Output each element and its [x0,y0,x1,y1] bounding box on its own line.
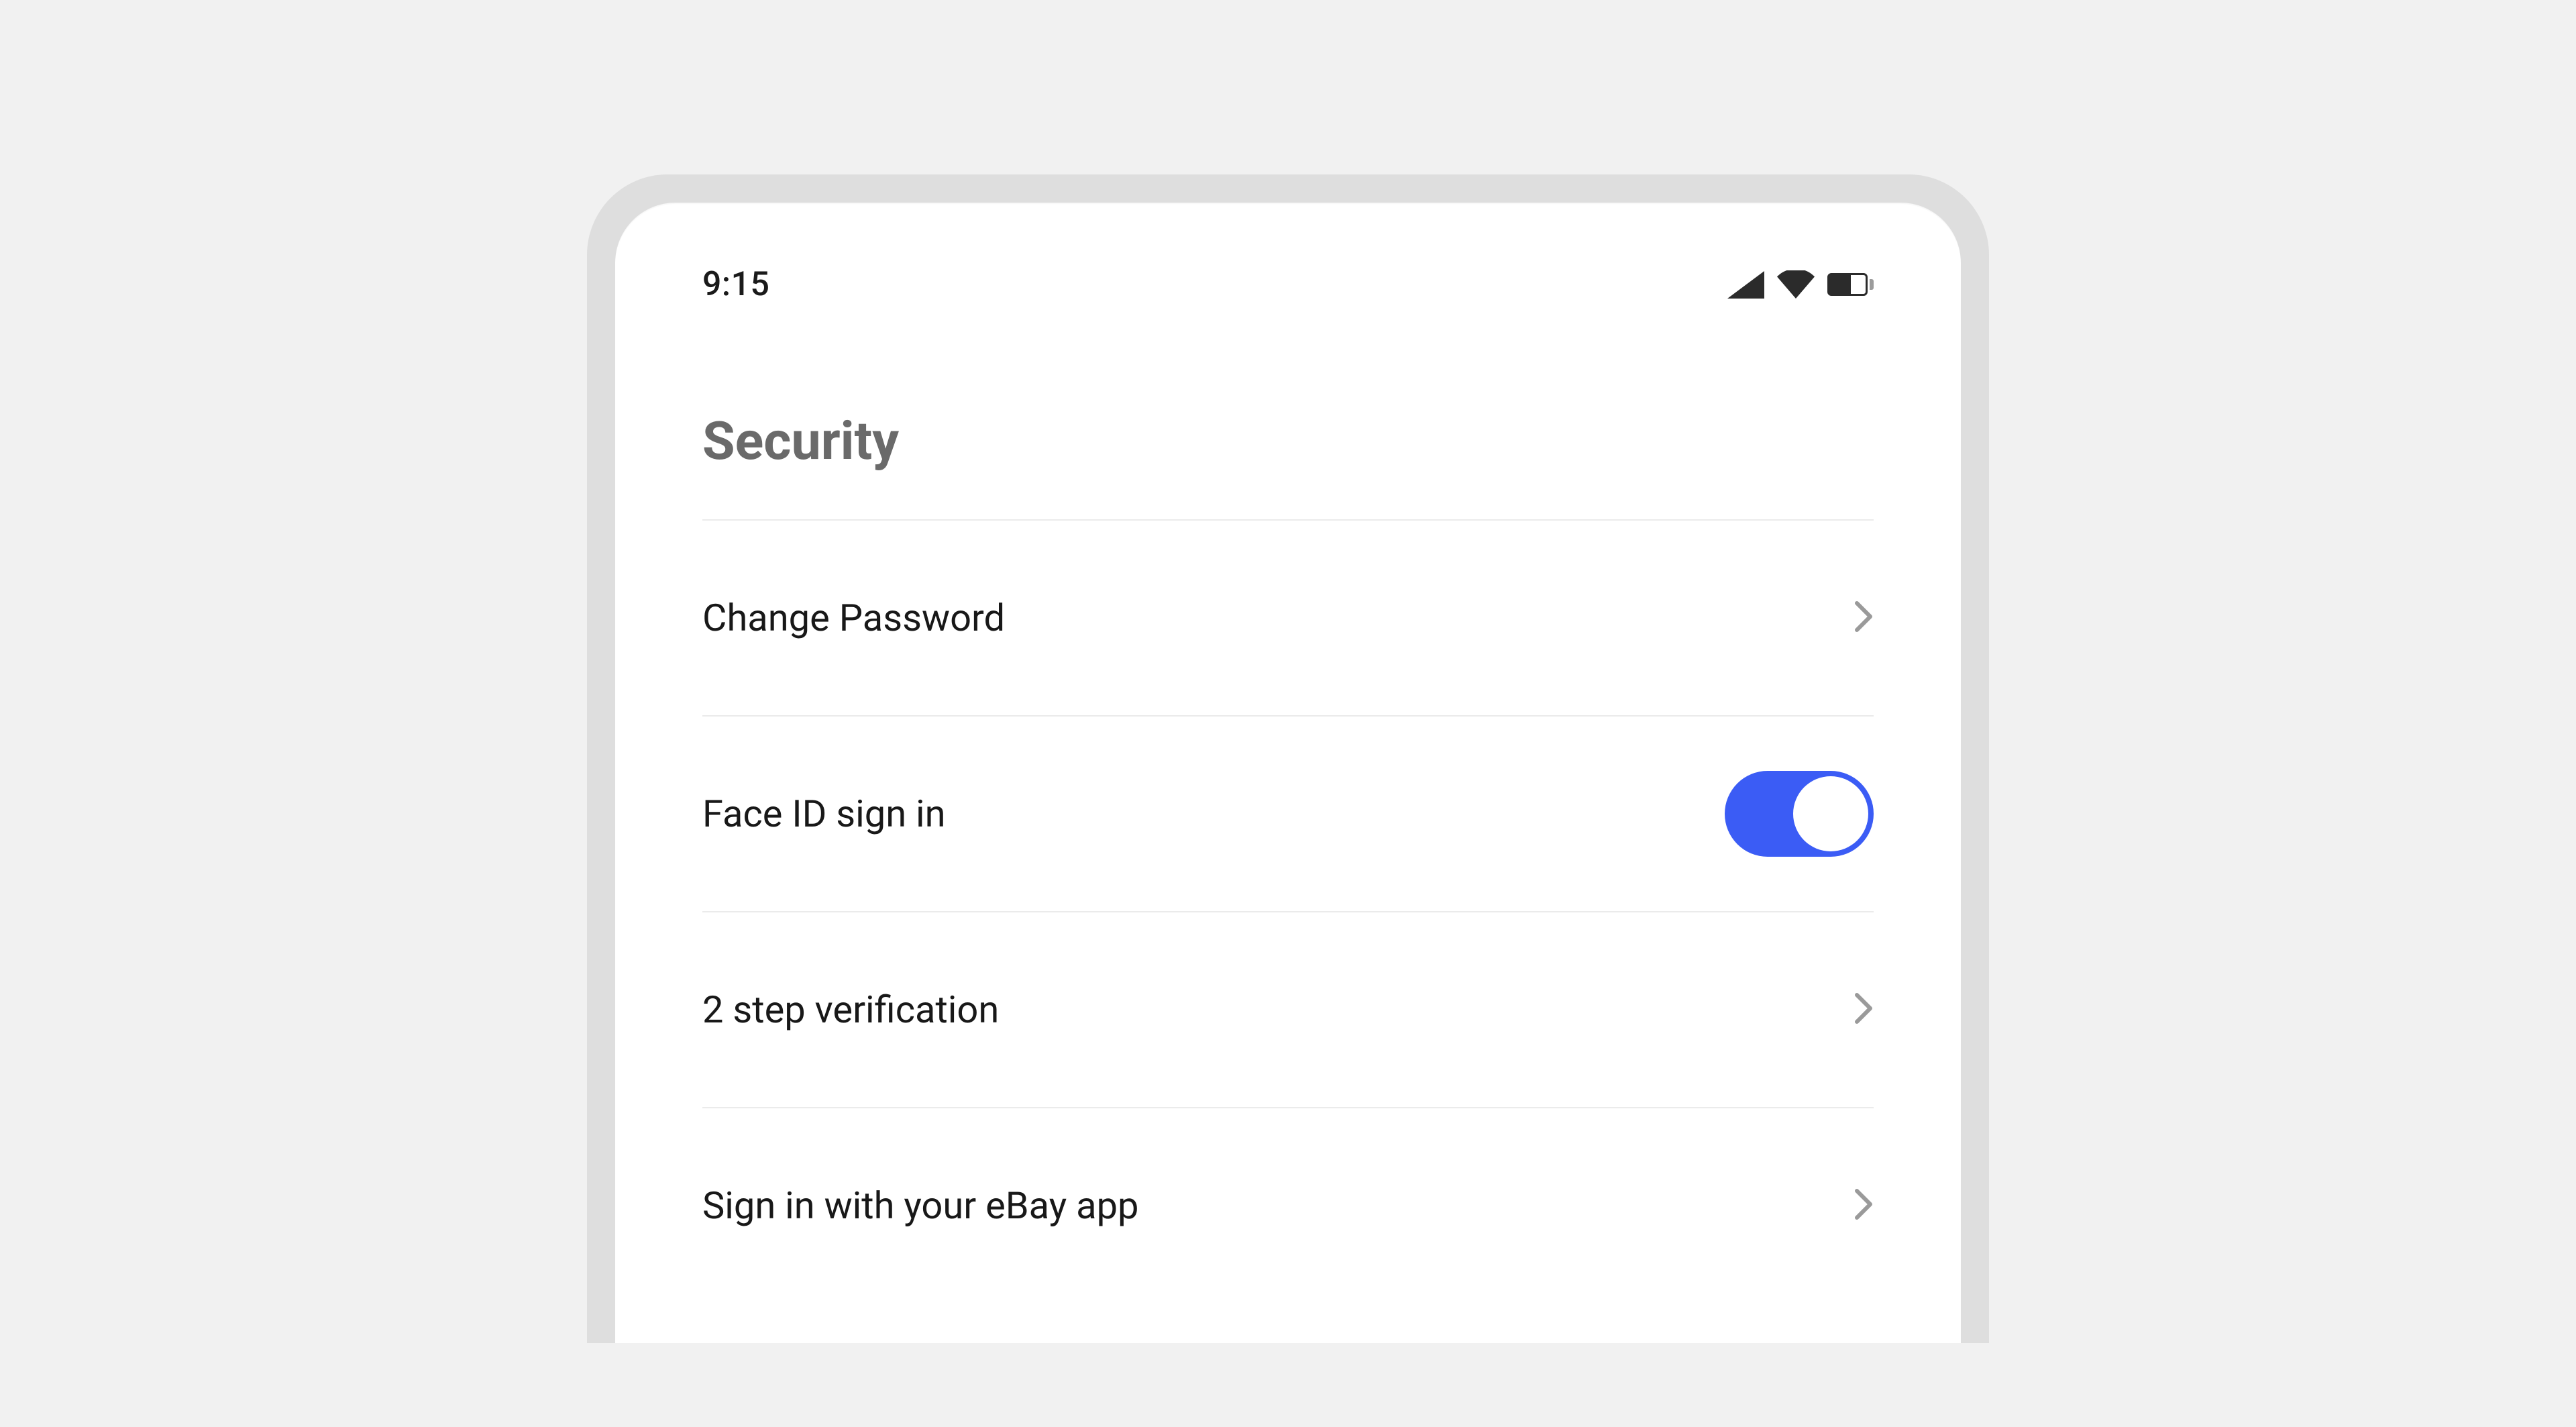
list-item-sign-in-ebay-app[interactable]: Sign in with your eBay app [702,1107,1874,1303]
battery-icon [1827,273,1874,296]
list-item-face-id-sign-in[interactable]: Face ID sign in [702,715,1874,911]
phone-frame: 9:15 Security Change Passwor [587,174,1989,1343]
page-title: Security [615,310,1961,519]
phone-screen: 9:15 Security Change Passwor [615,203,1961,1343]
chevron-right-icon [1854,991,1874,1028]
toggle-knob [1793,776,1868,851]
status-bar: 9:15 [615,203,1961,310]
list-item-2-step-verification[interactable]: 2 step verification [702,911,1874,1107]
list-item-label: Face ID sign in [702,792,946,836]
face-id-toggle[interactable] [1725,771,1874,857]
list-item-label: Sign in with your eBay app [702,1183,1138,1228]
wifi-icon [1776,270,1815,299]
status-icons [1727,270,1874,299]
list-item-change-password[interactable]: Change Password [702,519,1874,715]
list-item-label: Change Password [702,596,1005,640]
settings-list: Change Password Face ID sign in 2 step v… [615,519,1961,1303]
cellular-signal-icon [1727,271,1764,299]
chevron-right-icon [1854,1187,1874,1224]
status-time: 9:15 [702,265,769,304]
list-item-label: 2 step verification [702,988,999,1032]
chevron-right-icon [1854,599,1874,637]
